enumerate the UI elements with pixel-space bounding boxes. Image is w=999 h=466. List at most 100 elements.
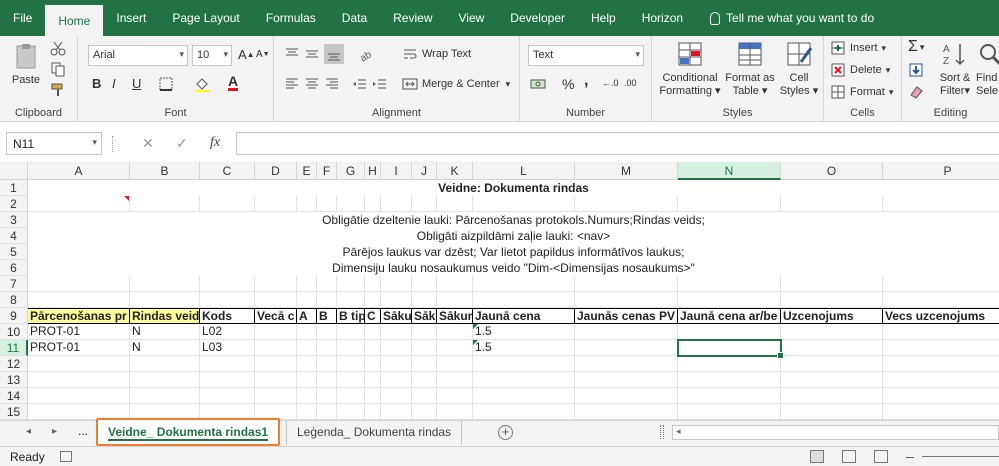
cell-I2[interactable] [381, 196, 412, 212]
font-color-button[interactable]: A [228, 74, 239, 91]
select-all-corner[interactable] [0, 162, 28, 180]
cell-M12[interactable] [575, 356, 678, 372]
font-size-select[interactable]: 10 ▾ [192, 45, 232, 66]
increase-decimal-button[interactable]: ←.0 [602, 78, 619, 88]
cell-N7[interactable] [678, 276, 781, 292]
cell-P12[interactable] [883, 356, 999, 372]
cell-D7[interactable] [255, 276, 297, 292]
zoom-slider[interactable] [922, 456, 999, 457]
cell-J10[interactable] [412, 324, 437, 340]
row-header-13[interactable]: 13 [0, 372, 28, 388]
header-cell-N[interactable]: Jaunā cena ar/be [678, 308, 781, 324]
cell-O15[interactable] [781, 404, 883, 420]
decrease-indent-button[interactable] [352, 76, 368, 92]
align-top-button[interactable] [284, 46, 300, 62]
page-layout-view-icon[interactable] [842, 450, 856, 463]
cell-G13[interactable] [337, 372, 365, 388]
page-break-view-icon[interactable] [874, 450, 888, 463]
cell-F11[interactable] [317, 340, 337, 356]
align-middle-button[interactable] [304, 46, 320, 62]
cell-A12[interactable] [28, 356, 130, 372]
cell-C7[interactable] [200, 276, 255, 292]
cell-H14[interactable] [365, 388, 381, 404]
grow-font-button[interactable]: A ▲ [238, 47, 255, 62]
header-cell-L[interactable]: Jaunā cena [473, 308, 575, 324]
cell-B11[interactable]: N [130, 340, 200, 356]
decrease-decimal-button[interactable]: .00 [624, 78, 637, 88]
copy-button[interactable] [50, 61, 66, 77]
header-cell-K[interactable]: Sākum [437, 308, 473, 324]
cell-L12[interactable] [473, 356, 575, 372]
insert-cells-button[interactable]: Insert ▾ [830, 40, 886, 56]
ribbon-tab-help[interactable]: Help [578, 0, 629, 36]
cell-J8[interactable] [412, 292, 437, 308]
cell-H2[interactable] [365, 196, 381, 212]
column-header-F[interactable]: F [317, 162, 337, 180]
cell-L11[interactable]: 1.5 [473, 340, 575, 356]
merge-center-button[interactable]: Merge & Center ▾ [402, 76, 510, 92]
banner-line5[interactable]: Pārējos laukus var dzēst; Var lietot pap… [28, 244, 999, 260]
cell-E7[interactable] [297, 276, 317, 292]
cell-B7[interactable] [130, 276, 200, 292]
add-sheet-button[interactable]: + [498, 425, 513, 440]
cell-B8[interactable] [130, 292, 200, 308]
column-header-C[interactable]: C [200, 162, 255, 180]
cell-G10[interactable] [337, 324, 365, 340]
cell-J14[interactable] [412, 388, 437, 404]
cell-H15[interactable] [365, 404, 381, 420]
header-cell-A[interactable]: Pārcenošanas pr [28, 308, 130, 324]
cell-H11[interactable] [365, 340, 381, 356]
cell-M8[interactable] [575, 292, 678, 308]
cell-G14[interactable] [337, 388, 365, 404]
sort-filter-button[interactable]: AZ Sort & Filter▾ [938, 40, 972, 98]
sheet-tab-legenda[interactable]: Leģenda_ Dokumenta rindas [286, 421, 463, 445]
cell-A8[interactable] [28, 292, 130, 308]
cell-A10[interactable]: PROT-01 [28, 324, 130, 340]
active-cell-selection[interactable] [677, 339, 784, 359]
cell-N10[interactable] [678, 324, 781, 340]
cell-N12[interactable] [678, 356, 781, 372]
cell-B14[interactable] [130, 388, 200, 404]
cell-A11[interactable]: PROT-01 [28, 340, 130, 356]
row-header-10[interactable]: 10 [0, 324, 28, 340]
header-cell-B[interactable]: Rindas veid [130, 308, 200, 324]
header-cell-G[interactable]: B tip [337, 308, 365, 324]
fill-color-button[interactable] [194, 76, 210, 92]
cell-D2[interactable] [255, 196, 297, 212]
cell-P2[interactable] [883, 196, 999, 212]
cell-L14[interactable] [473, 388, 575, 404]
increase-indent-button[interactable] [372, 76, 388, 92]
clear-button[interactable] [908, 84, 924, 100]
delete-cells-button[interactable]: Delete ▾ [830, 62, 890, 78]
cell-L15[interactable] [473, 404, 575, 420]
cell-O13[interactable] [781, 372, 883, 388]
cell-K8[interactable] [437, 292, 473, 308]
banner-line3[interactable]: Obligātie dzeltenie lauki: Pārcenošanas … [28, 212, 999, 228]
font-name-select[interactable]: Arial ▾ [88, 45, 188, 66]
function-icon[interactable]: fx [210, 135, 220, 151]
cell-M13[interactable] [575, 372, 678, 388]
cell-D12[interactable] [255, 356, 297, 372]
cell-K15[interactable] [437, 404, 473, 420]
paste-button[interactable]: Paste [8, 42, 44, 87]
ribbon-tab-view[interactable]: View [446, 0, 498, 36]
row-header-5[interactable]: 5 [0, 244, 28, 260]
ribbon-tab-review[interactable]: Review [380, 0, 445, 36]
cell-K12[interactable] [437, 356, 473, 372]
align-center-button[interactable] [304, 76, 320, 92]
cell-G2[interactable] [337, 196, 365, 212]
cell-I8[interactable] [381, 292, 412, 308]
scroll-right-icon[interactable]: ▸ [52, 426, 57, 437]
tell-me-search[interactable]: Tell me what you want to do [696, 0, 874, 36]
cell-E11[interactable] [297, 340, 317, 356]
cell-M14[interactable] [575, 388, 678, 404]
cell-F13[interactable] [317, 372, 337, 388]
ribbon-tab-file[interactable]: File [0, 0, 45, 36]
ribbon-tab-horizon[interactable]: Horizon [629, 0, 696, 36]
cell-D10[interactable] [255, 324, 297, 340]
cell-O12[interactable] [781, 356, 883, 372]
underline-button[interactable]: U [132, 76, 141, 91]
cell-C14[interactable] [200, 388, 255, 404]
ribbon-tab-insert[interactable]: Insert [103, 0, 159, 36]
find-select-button[interactable]: Find Sele [976, 40, 999, 98]
